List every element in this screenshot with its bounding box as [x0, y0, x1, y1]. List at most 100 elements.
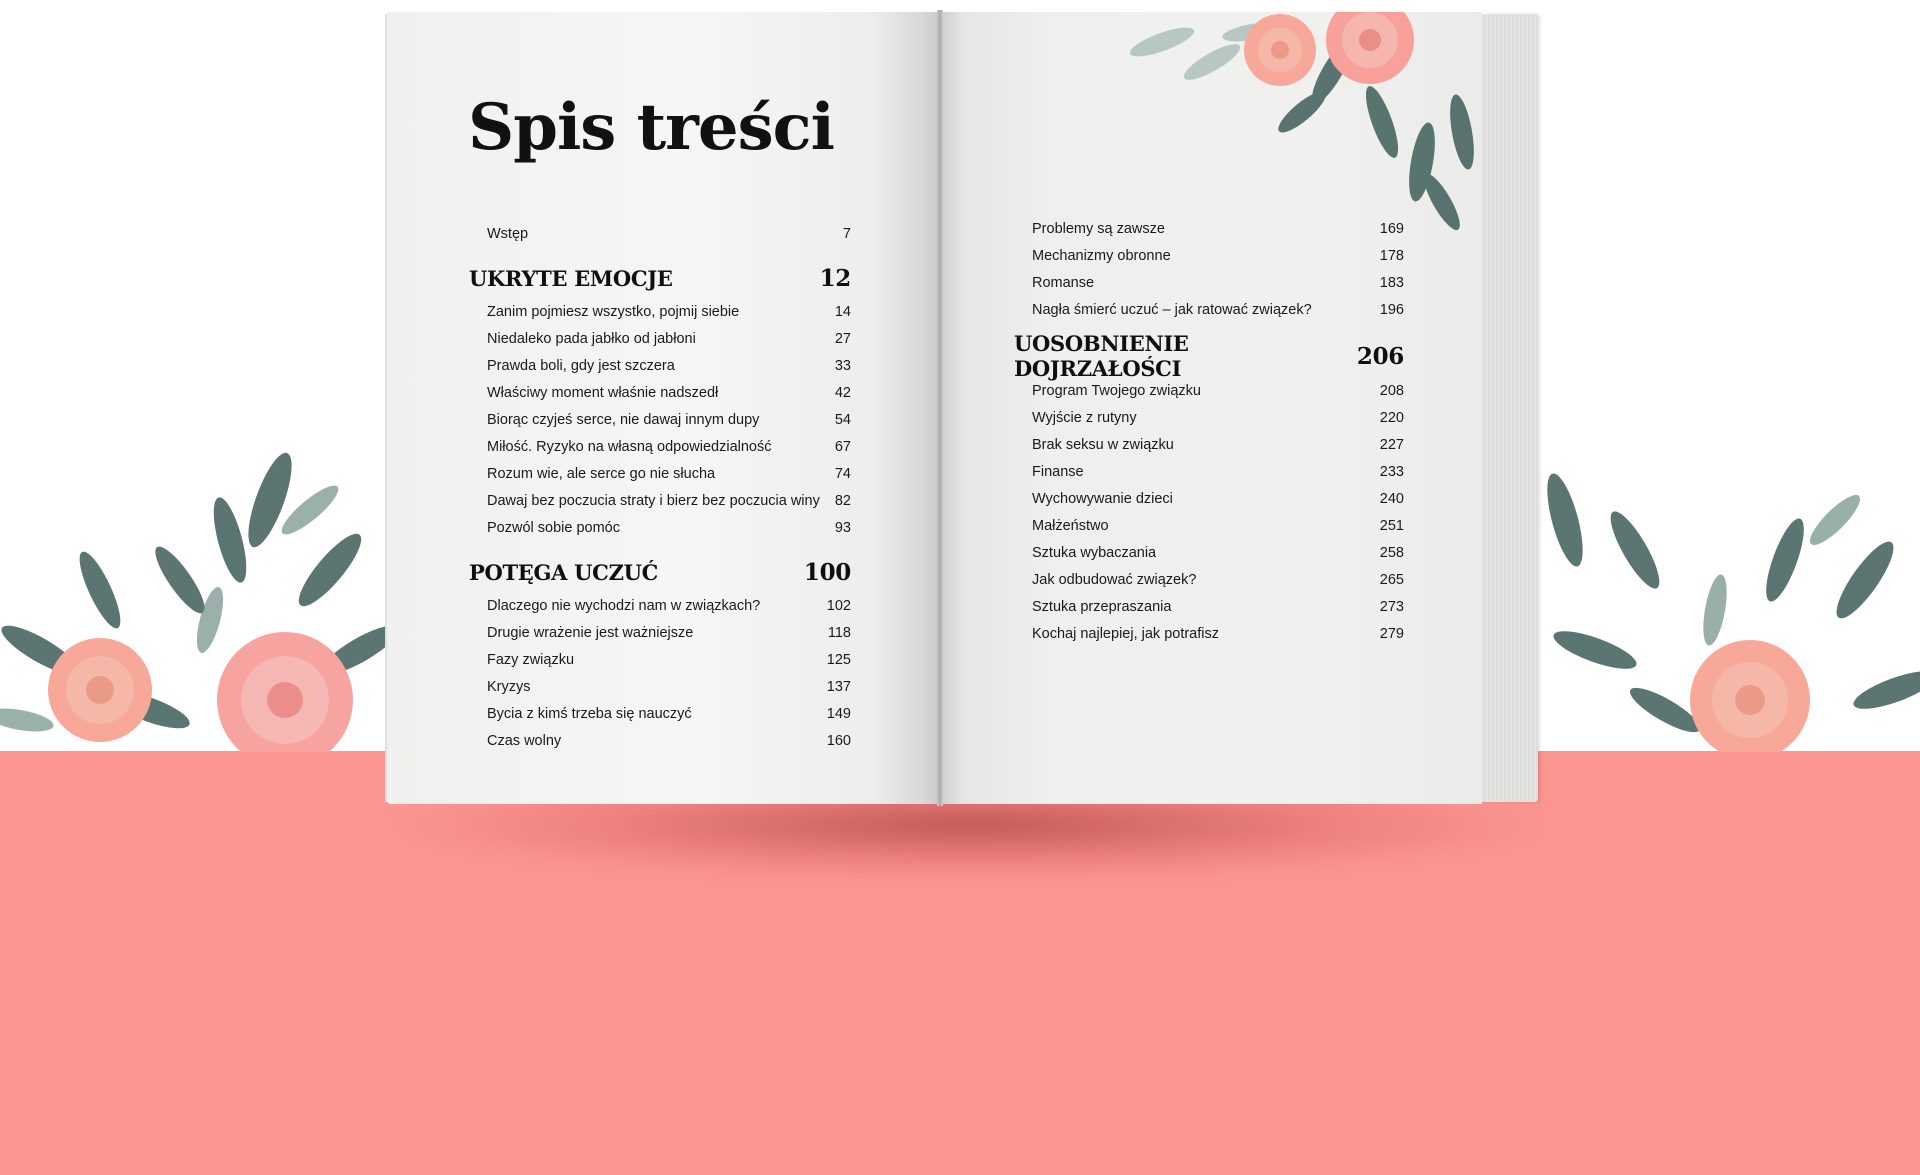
toc-entry: Małżeństwo 251 [1014, 518, 1404, 545]
floral-right-decoration [1547, 473, 1920, 752]
toc-entry-label: Zanim pojmiesz wszystko, pojmij siebie [487, 304, 740, 320]
toc-entry: Właściwy moment właśnie nadszedł 42 [469, 385, 851, 412]
toc-entry: Wychowywanie dzieci 240 [1014, 491, 1404, 518]
toc-entry: Drugie wrażenie jest ważniejsze 118 [469, 625, 851, 652]
toc-entry-label: Romanse [1032, 275, 1095, 291]
toc-entry-page: 265 [1379, 572, 1404, 588]
toc-entry: Kryzys 137 [469, 679, 851, 706]
toc-entry: Bycia z kimś trzeba się nauczyć 149 [469, 706, 851, 733]
toc-entry-label: Biorąc czyjeś serce, nie dawaj innym dup… [487, 412, 760, 428]
toc-entry: Dawaj bez poczucia straty i bierz bez po… [469, 493, 851, 520]
toc-entry-label: Fazy związku [487, 652, 575, 668]
toc-entry-page: 42 [834, 385, 851, 401]
toc-entry: Czas wolny 160 [469, 733, 851, 760]
toc-entry-page: 160 [826, 733, 851, 749]
toc-entry-label: Kryzys [487, 679, 531, 695]
toc-entry-page: 233 [1379, 464, 1404, 480]
toc-entry-label: Miłość. Ryzyko na własną odpowiedzialnoś… [487, 439, 772, 455]
toc-entry-label: Niedaleko pada jabłko od jabłoni [487, 331, 696, 347]
toc-entry-page: 196 [1379, 302, 1404, 318]
toc-entry-label: Czas wolny [487, 733, 562, 749]
toc-entry-page: 7 [842, 226, 851, 242]
book-page-edges [1482, 14, 1538, 802]
toc-entry-page: 169 [1379, 221, 1404, 237]
toc-entry-page: 102 [826, 598, 851, 614]
toc-entry-label: Wstęp [487, 226, 529, 242]
toc-entry-label: Wyjście z rutyny [1032, 410, 1137, 426]
toc-section-page: 100 [803, 559, 851, 586]
toc-entry: Finanse 233 [1014, 464, 1404, 491]
toc-entry: Kochaj najlepiej, jak potrafisz 279 [1014, 626, 1404, 653]
toc-entry-page: 118 [827, 625, 851, 641]
toc-entry: Rozum wie, ale serce go nie słucha 74 [469, 466, 851, 493]
toc-entry-page: 227 [1379, 437, 1404, 453]
toc-entry-page: 67 [834, 439, 851, 455]
toc-entry-label: Bycia z kimś trzeba się nauczyć [487, 706, 692, 722]
toc-entry-page: 27 [834, 331, 851, 347]
toc-left-column: Wstęp 7 UKRYTE EMOCJE 12 Zanim pojmiesz … [469, 226, 851, 760]
toc-entry: Mechanizmy obronne 178 [1014, 248, 1404, 275]
toc-entry-label: Prawda boli, gdy jest szczera [487, 358, 675, 374]
toc-entry-page: 240 [1379, 491, 1404, 507]
toc-entry: Jak odbudować związek? 265 [1014, 572, 1404, 599]
toc-entry-label: Program Twojego związku [1032, 383, 1201, 399]
toc-entry-page: 125 [826, 652, 851, 668]
toc-entry-page: 93 [834, 520, 851, 536]
toc-section-title: POTĘGA UCZUĆ [469, 560, 659, 585]
toc-entry-label: Finanse [1032, 464, 1084, 480]
toc-section-title: UKRYTE EMOCJE [469, 266, 673, 291]
toc-entry: Biorąc czyjeś serce, nie dawaj innym dup… [469, 412, 851, 439]
toc-entry-page: 258 [1379, 545, 1404, 561]
toc-entry-label: Małżeństwo [1032, 518, 1109, 534]
toc-entry: Sztuka przepraszania 273 [1014, 599, 1404, 626]
toc-entry-page: 74 [834, 466, 851, 482]
toc-entry-intro: Wstęp 7 [469, 226, 851, 253]
toc-section-page: 206 [1356, 342, 1404, 370]
toc-entry-label: Problemy są zawsze [1032, 221, 1165, 237]
toc-entry: Pozwól sobie pomóc 93 [469, 520, 851, 547]
toc-entry: Dlaczego nie wychodzi nam w związkach? 10… [469, 598, 851, 625]
toc-entry-page: 251 [1379, 518, 1404, 534]
toc-entry-page: 137 [826, 679, 851, 695]
toc-entry-label: Sztuka przepraszania [1032, 599, 1172, 615]
toc-entry-label: Drugie wrażenie jest ważniejsze [487, 625, 694, 641]
toc-entry: Problemy są zawsze 169 [1014, 221, 1404, 248]
toc-entry-label: Brak seksu w związku [1032, 437, 1174, 453]
toc-entry: Fazy związku 125 [469, 652, 851, 679]
toc-entry-label: Dawaj bez poczucia straty i bierz bez po… [487, 493, 820, 509]
toc-entry-page: 14 [834, 304, 851, 320]
toc-entry-label: Rozum wie, ale serce go nie słucha [487, 466, 716, 482]
toc-entry-page: 33 [834, 358, 851, 374]
toc-entry: Niedaleko pada jabłko od jabłoni 27 [469, 331, 851, 358]
toc-entry-page: 279 [1379, 626, 1404, 642]
toc-entry: Nagła śmierć uczuć – jak ratować związek… [1014, 302, 1404, 329]
toc-entry-label: Dlaczego nie wychodzi nam w związkach? [487, 598, 761, 614]
toc-entry-page: 149 [826, 706, 851, 722]
toc-entry-label: Sztuka wybaczania [1032, 545, 1157, 561]
toc-entry-label: Pozwól sobie pomóc [487, 520, 620, 536]
toc-entry-page: 178 [1379, 248, 1404, 264]
toc-section-heading: POTĘGA UCZUĆ 100 [469, 547, 851, 598]
toc-entry-label: Kochaj najlepiej, jak potrafisz [1032, 626, 1219, 642]
toc-entry: Zanim pojmiesz wszystko, pojmij siebie 14 [469, 304, 851, 331]
book-spine [937, 10, 943, 806]
toc-entry-label: Wychowywanie dzieci [1032, 491, 1173, 507]
toc-entry-label: Właściwy moment właśnie nadszedł [487, 385, 719, 401]
toc-entry: Miłość. Ryzyko na własną odpowiedzialnoś… [469, 439, 851, 466]
toc-entry-page: 273 [1379, 599, 1404, 615]
toc-entry-label: Jak odbudować związek? [1032, 572, 1197, 588]
toc-entry: Wyjście z rutyny 220 [1014, 410, 1404, 437]
toc-entry-page: 220 [1379, 410, 1404, 426]
toc-section-title: UOSOBNIENIE DOJRZAŁOŚCI [1014, 331, 1189, 381]
toc-entry-page: 208 [1379, 383, 1404, 399]
toc-right-column: Problemy są zawsze 169 Mechanizmy obronne… [1014, 221, 1404, 653]
toc-title: Spis treści [468, 90, 835, 165]
toc-entry: Program Twojego związku 208 [1014, 383, 1404, 410]
toc-entry-page: 183 [1379, 275, 1404, 291]
toc-entry: Romanse 183 [1014, 275, 1404, 302]
toc-entry: Prawda boli, gdy jest szczera 33 [469, 358, 851, 385]
toc-section-heading: UKRYTE EMOCJE 12 [469, 253, 851, 304]
toc-entry: Sztuka wybaczania 258 [1014, 545, 1404, 572]
toc-entry-label: Nagła śmierć uczuć – jak ratować związek… [1032, 302, 1312, 318]
toc-entry: Brak seksu w związku 227 [1014, 437, 1404, 464]
